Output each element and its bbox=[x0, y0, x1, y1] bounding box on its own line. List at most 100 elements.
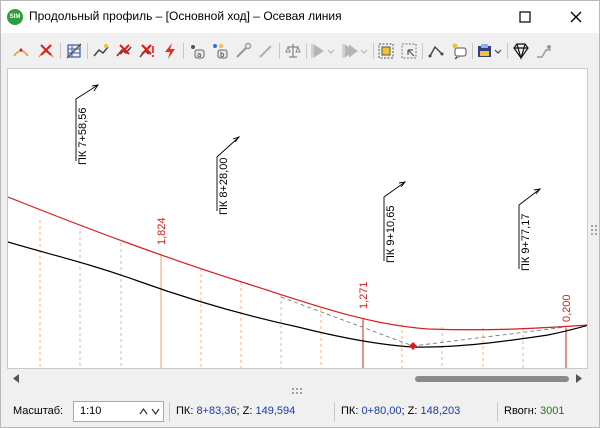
cursor-z-value: 149,594 bbox=[255, 405, 296, 417]
diamond-button[interactable] bbox=[511, 40, 531, 62]
point-readout: ПК: 0+80,00; Z: 148,203 bbox=[341, 405, 460, 417]
window-title: Продольный профиль – [Основной ход] – Ос… bbox=[29, 9, 342, 23]
radius-readout: Rвогн: 3001 bbox=[504, 405, 564, 417]
scale-decrease-icon[interactable] bbox=[150, 403, 161, 420]
point-pk-value: 0+80,00 bbox=[361, 405, 402, 417]
delete-vertex-icon bbox=[38, 44, 54, 58]
select-button[interactable] bbox=[376, 40, 396, 62]
printer-button[interactable] bbox=[476, 40, 504, 62]
frame-button[interactable] bbox=[399, 40, 419, 62]
station-label: ПК 9+77,17 bbox=[520, 214, 532, 271]
vertical-splitter-grip[interactable] bbox=[589, 223, 599, 237]
close-icon bbox=[570, 11, 582, 23]
scale-input[interactable]: 1:10 bbox=[73, 401, 164, 422]
station-label: ПК 8+28,00 bbox=[218, 158, 230, 215]
brush-icon bbox=[236, 42, 252, 58]
status-separator bbox=[334, 402, 335, 422]
app-icon: SIM bbox=[7, 9, 23, 25]
svg-text:b: b bbox=[220, 51, 225, 59]
ground-line bbox=[8, 241, 587, 348]
add-line-button[interactable] bbox=[91, 40, 111, 62]
scroll-left-icon[interactable] bbox=[11, 373, 21, 384]
table-edit-button[interactable] bbox=[64, 40, 84, 62]
toolbar-separator bbox=[87, 43, 88, 59]
brush-button[interactable] bbox=[233, 40, 253, 62]
status-bar: Масштаб: 1:10 ПК: 8+83,36; Z: 149,594 ПК… bbox=[1, 397, 599, 427]
printer-icon bbox=[478, 44, 502, 57]
add-line-icon bbox=[93, 43, 109, 57]
delete-all-button[interactable] bbox=[137, 40, 157, 62]
point-a-icon: a bbox=[191, 45, 205, 59]
scroll-thumb[interactable] bbox=[415, 376, 569, 382]
delete-line-button[interactable] bbox=[114, 40, 134, 62]
toolbar: a b bbox=[1, 37, 599, 65]
radius-value: 3001 bbox=[540, 405, 565, 417]
tangent-button[interactable] bbox=[426, 40, 446, 62]
table-edit-icon bbox=[66, 43, 82, 59]
profile-canvas[interactable]: ПК 7+58,56 ПК 8+28,00 ПК 9+10,65 ПК 9+77… bbox=[7, 68, 588, 369]
close-button[interactable] bbox=[564, 5, 588, 29]
balance-icon bbox=[285, 44, 301, 58]
play-button[interactable] bbox=[309, 40, 337, 62]
profile-window: SIM Продольный профиль – [Основной ход] … bbox=[0, 0, 600, 428]
delete-vertex-button[interactable] bbox=[36, 40, 56, 62]
flash-button[interactable] bbox=[160, 40, 180, 62]
scale-increase-icon[interactable] bbox=[138, 403, 149, 420]
flash-icon bbox=[165, 43, 175, 59]
toolbar-separator bbox=[183, 43, 184, 59]
profile-drawing: ПК 7+58,56 ПК 8+28,00 ПК 9+10,65 ПК 9+77… bbox=[8, 84, 587, 368]
scroll-right-icon[interactable] bbox=[574, 373, 584, 384]
point-z-value: 148,203 bbox=[420, 405, 461, 417]
toolbar-separator bbox=[306, 43, 307, 59]
cursor-z-label: ; Z: bbox=[236, 405, 253, 417]
scale-label: Масштаб: bbox=[13, 405, 64, 417]
mark-label: 1,271 bbox=[358, 281, 370, 309]
mark-label: 1,824 bbox=[156, 217, 168, 245]
radius-label: Rвогн: bbox=[504, 405, 537, 417]
cursor-pk-label: ПК: bbox=[176, 405, 194, 417]
toolbar-separator bbox=[422, 43, 423, 59]
play-next-icon bbox=[342, 44, 368, 58]
profile-tool-icon bbox=[537, 45, 551, 58]
maximize-button[interactable] bbox=[513, 5, 537, 29]
add-vertex-button[interactable] bbox=[11, 40, 31, 62]
status-separator bbox=[497, 402, 498, 422]
status-separator bbox=[169, 402, 170, 422]
vertex-marker[interactable] bbox=[409, 342, 417, 350]
title-bar: SIM Продольный профиль – [Основной ход] … bbox=[1, 1, 599, 33]
point-pk-label: ПК: bbox=[341, 405, 359, 417]
design-line bbox=[8, 196, 587, 331]
horizontal-scrollbar[interactable] bbox=[7, 370, 588, 387]
station-flags bbox=[75, 84, 542, 269]
add-vertex-icon bbox=[13, 45, 29, 57]
tangent-icon bbox=[428, 45, 444, 58]
point-a-button[interactable]: a bbox=[187, 40, 207, 62]
point-z-label: ; Z: bbox=[401, 405, 418, 417]
delete-line-icon bbox=[116, 44, 132, 57]
callout-button[interactable] bbox=[449, 40, 469, 62]
cursor-pk-value: 8+83,36 bbox=[196, 405, 237, 417]
toolbar-separator bbox=[279, 43, 280, 59]
svg-text:a: a bbox=[197, 51, 201, 59]
scale-value: 1:10 bbox=[80, 405, 102, 417]
pencil-button[interactable] bbox=[256, 40, 276, 62]
toolbar-separator bbox=[472, 43, 473, 59]
horizontal-splitter-grip[interactable] bbox=[290, 387, 304, 395]
balance-button[interactable] bbox=[283, 40, 303, 62]
station-label: ПК 9+10,65 bbox=[385, 206, 397, 263]
callout-icon bbox=[452, 43, 467, 60]
cursor-readout: ПК: 8+83,36; Z: 149,594 bbox=[176, 405, 295, 417]
play-next-button[interactable] bbox=[341, 40, 369, 62]
pencil-icon bbox=[259, 45, 272, 58]
toolbar-separator bbox=[60, 43, 61, 59]
profile-tool-button[interactable] bbox=[534, 40, 554, 62]
frame-icon bbox=[401, 43, 417, 59]
point-b-button[interactable]: b bbox=[210, 40, 230, 62]
point-b-icon: b bbox=[213, 44, 228, 59]
select-icon bbox=[378, 43, 394, 59]
play-icon bbox=[311, 44, 335, 58]
delete-all-icon bbox=[139, 44, 154, 58]
toolbar-separator bbox=[373, 43, 374, 59]
diamond-icon bbox=[513, 43, 529, 60]
station-label: ПК 7+58,56 bbox=[77, 108, 89, 165]
